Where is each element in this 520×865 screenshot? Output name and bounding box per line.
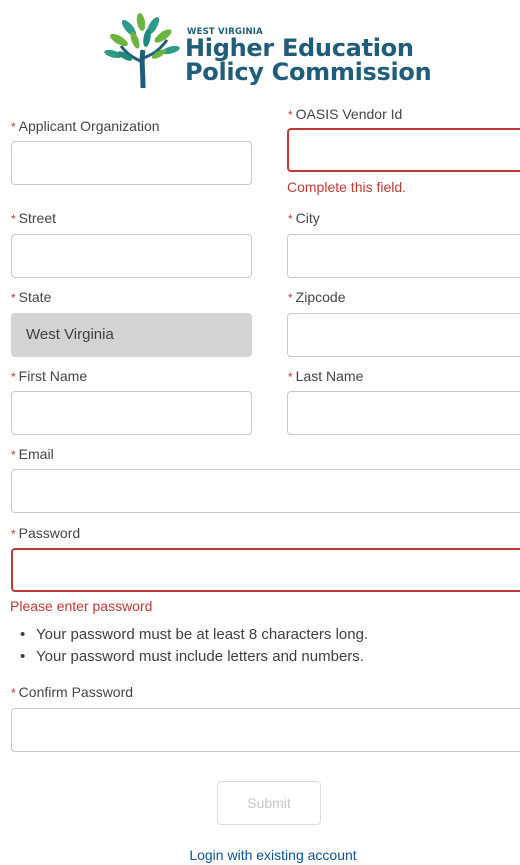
email-label: * Email xyxy=(11,446,54,462)
password-rule-length: Your password must be at least 8 charact… xyxy=(14,624,368,646)
street-input[interactable] xyxy=(11,234,252,278)
tree-logo-icon xyxy=(104,13,180,89)
city-input[interactable] xyxy=(287,234,520,278)
last-name-input[interactable] xyxy=(287,391,520,435)
city-label: * City xyxy=(288,210,320,226)
applicant-org-input[interactable] xyxy=(11,141,252,185)
zipcode-label: * Zipcode xyxy=(288,289,346,305)
vendor-id-label: * OASIS Vendor Id xyxy=(288,106,403,122)
logo-line-2: Policy Commission xyxy=(185,58,432,86)
applicant-org-label: * Applicant Organization xyxy=(11,118,160,134)
email-input[interactable] xyxy=(11,469,520,513)
confirm-password-input[interactable] xyxy=(11,708,520,752)
first-name-input[interactable] xyxy=(11,391,252,435)
state-label: * State xyxy=(11,289,52,305)
hepc-logo: WEST VIRGINIA Higher Education Policy Co… xyxy=(103,10,443,90)
state-field: West Virginia xyxy=(11,313,252,357)
street-label: * Street xyxy=(11,210,57,226)
vendor-id-error: Complete this field. xyxy=(287,179,407,195)
password-input[interactable] xyxy=(11,548,520,592)
submit-button[interactable]: Submit xyxy=(217,781,321,825)
first-name-label: * First Name xyxy=(11,368,88,384)
zipcode-input[interactable] xyxy=(287,313,520,357)
logo-line-1: Higher Education xyxy=(185,34,414,62)
password-rules-list: Your password must be at least 8 charact… xyxy=(14,624,368,668)
password-label: * Password xyxy=(11,525,81,541)
confirm-password-label: * Confirm Password xyxy=(11,684,134,700)
last-name-label: * Last Name xyxy=(288,368,364,384)
login-existing-account-link[interactable]: Login with existing account xyxy=(0,847,520,863)
password-rule-chars: Your password must include letters and n… xyxy=(14,646,368,668)
vendor-id-input[interactable] xyxy=(287,128,520,172)
password-error: Please enter password xyxy=(10,598,153,614)
